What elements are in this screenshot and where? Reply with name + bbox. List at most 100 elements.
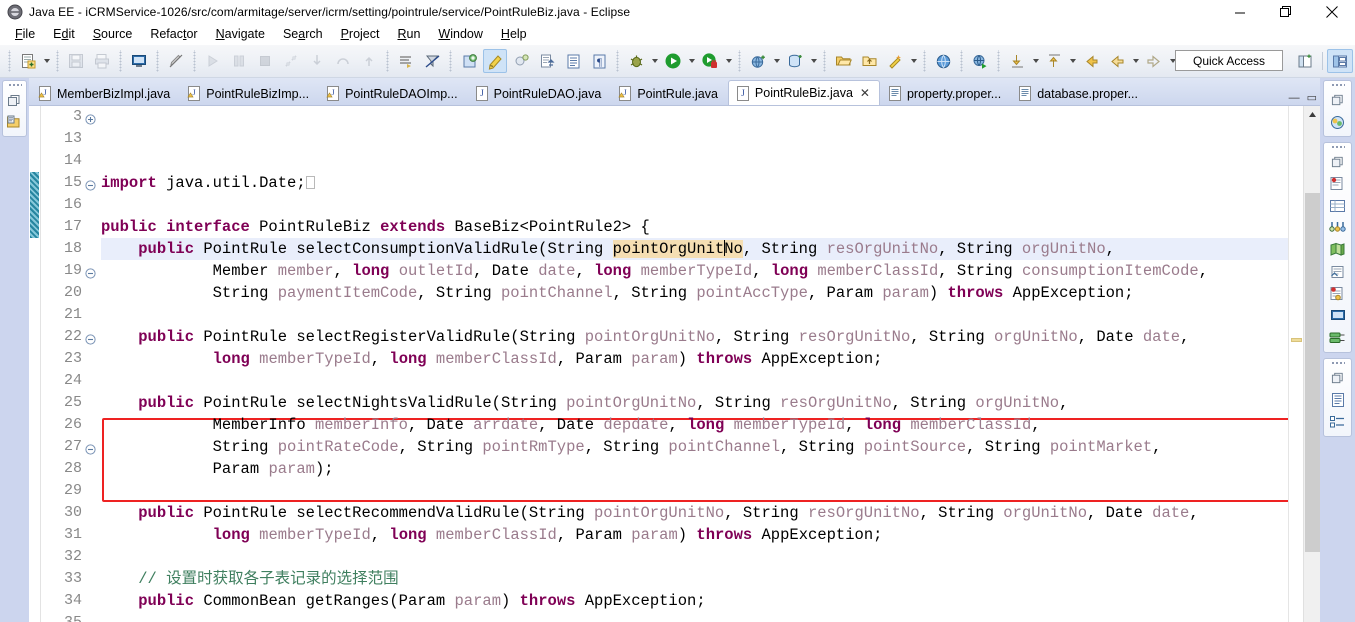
tab-database-properties[interactable]: database.proper... <box>1011 82 1147 105</box>
stack-grip[interactable] <box>7 83 22 88</box>
toolbar-grip-2[interactable] <box>55 50 60 72</box>
code-line[interactable] <box>101 194 1288 216</box>
tab-pointrulebiz[interactable]: J PointRuleBiz.java ✕ <box>727 80 880 105</box>
toolbar-grip-10[interactable] <box>822 50 827 72</box>
code-line[interactable]: public PointRule selectRecommendValidRul… <box>101 502 1288 524</box>
menu-search[interactable]: Search <box>274 25 332 44</box>
new-server-icon[interactable] <box>746 49 770 73</box>
code-line[interactable] <box>101 546 1288 568</box>
code-line[interactable]: public PointRule selectConsumptionValidR… <box>101 238 1288 260</box>
scrollbar-track[interactable] <box>1303 123 1320 622</box>
stack-grip[interactable] <box>1330 145 1345 150</box>
menu-window[interactable]: Window <box>429 25 491 44</box>
new-class-icon[interactable] <box>509 49 533 73</box>
tab-memberbizimpl[interactable]: J MemberBizImpl.java <box>31 82 179 105</box>
code-line[interactable]: Member member, long outletId, Date date,… <box>101 260 1288 282</box>
debug-dropdown-icon[interactable] <box>649 49 660 73</box>
tab-pointruledaoimpl[interactable]: J PointRuleDAOImp... <box>319 82 467 105</box>
code-line[interactable]: String paymentItemCode, String pointChan… <box>101 282 1288 304</box>
fold-collapse-icon[interactable] <box>85 331 96 345</box>
scrollbar-thumb[interactable] <box>1304 192 1320 553</box>
menu-source[interactable]: Source <box>84 25 142 44</box>
toolbar-grip-4[interactable] <box>155 50 160 72</box>
editor-vertical-scrollbar[interactable] <box>1303 106 1320 622</box>
toolbar-grip[interactable] <box>7 50 12 72</box>
print-icon[interactable] <box>90 49 114 73</box>
step-into-icon[interactable] <box>305 49 329 73</box>
task-list-icon[interactable] <box>1328 412 1348 432</box>
code-line[interactable]: public PointRule selectRegisterValidRule… <box>101 326 1288 348</box>
code-line[interactable] <box>101 304 1288 326</box>
minimize-editor-icon[interactable]: — <box>1289 93 1300 104</box>
overview-marker[interactable] <box>1291 338 1302 342</box>
wand-icon[interactable] <box>883 49 907 73</box>
tab-pointrule[interactable]: J PointRule.java <box>611 82 727 105</box>
snippets-icon[interactable] <box>1328 218 1348 238</box>
toolbar-grip-12[interactable] <box>959 50 964 72</box>
run-dropdown-icon[interactable] <box>686 49 697 73</box>
fold-expand-icon[interactable] <box>85 111 96 125</box>
run-green-play-icon[interactable] <box>661 49 685 73</box>
markers-icon[interactable] <box>1328 240 1348 260</box>
wand-dropdown-icon[interactable] <box>908 49 919 73</box>
scroll-up-arrow-icon[interactable] <box>1303 106 1320 123</box>
minimize-button[interactable] <box>1217 0 1263 24</box>
java-ee-perspective-icon[interactable] <box>1327 49 1353 73</box>
code-text[interactable]: import java.util.Date; public interface … <box>99 106 1288 622</box>
code-line[interactable]: import java.util.Date; <box>101 172 1288 194</box>
run-external-tools-icon[interactable] <box>698 49 722 73</box>
toolbar-grip-3[interactable] <box>118 50 123 72</box>
fold-collapse-icon[interactable] <box>85 177 96 191</box>
servers-list-icon[interactable] <box>1328 328 1348 348</box>
servers-icon[interactable] <box>1328 112 1348 132</box>
source-editor[interactable]: 3 13 14 15 16 17 18 19 20 21 22 23 24 25 26 27 28 29 30 31 3… <box>29 105 1320 622</box>
console-icon[interactable] <box>127 49 151 73</box>
restore-button[interactable] <box>1263 0 1309 24</box>
code-line[interactable]: public CommonBean getRanges(Param param)… <box>101 590 1288 612</box>
code-line[interactable]: public PointRule selectNightsValidRule(S… <box>101 392 1288 414</box>
open-folder-icon[interactable] <box>831 49 855 73</box>
fold-collapse-icon[interactable] <box>85 265 96 279</box>
error-log-icon[interactable] <box>1328 284 1348 304</box>
overview-ruler[interactable] <box>1288 106 1303 622</box>
restore-icon[interactable] <box>1328 152 1348 172</box>
menu-run[interactable]: Run <box>388 25 429 44</box>
console-icon[interactable] <box>1328 306 1348 326</box>
tab-pointrulebizimpl[interactable]: J PointRuleBizImp... <box>180 82 318 105</box>
suspend-icon[interactable] <box>227 49 251 73</box>
fold-collapse-icon[interactable] <box>85 441 96 455</box>
toolbar-grip-6[interactable] <box>385 50 390 72</box>
save-icon[interactable] <box>64 49 88 73</box>
new-sql-icon[interactable] <box>783 49 807 73</box>
package-explorer-icon[interactable] <box>5 112 25 132</box>
export-folder-icon[interactable] <box>857 49 881 73</box>
new-package-icon[interactable] <box>483 49 507 73</box>
quick-access-input[interactable]: Quick Access <box>1175 50 1283 71</box>
new-file-icon[interactable] <box>16 49 40 73</box>
open-perspective-icon[interactable] <box>1292 49 1318 73</box>
new-file-dropdown-icon[interactable] <box>41 49 52 73</box>
code-line[interactable] <box>101 370 1288 392</box>
next-annotation-dropdown-icon[interactable] <box>1030 49 1041 73</box>
skip-breakpoints-icon[interactable] <box>420 49 444 73</box>
stack-grip[interactable] <box>1330 361 1345 366</box>
code-line[interactable]: public interface PointRuleBiz extends Ba… <box>101 216 1288 238</box>
code-line[interactable]: long memberTypeId, long memberClassId, P… <box>101 348 1288 370</box>
step-over-icon[interactable] <box>331 49 355 73</box>
pencil-slash-icon[interactable] <box>164 49 188 73</box>
toolbar-grip-13[interactable] <box>996 50 1001 72</box>
menu-file[interactable]: File <box>6 25 44 44</box>
last-edit-icon[interactable] <box>394 49 418 73</box>
next-annotation-down-icon[interactable] <box>1005 49 1029 73</box>
new-java-project-icon[interactable] <box>457 49 481 73</box>
code-line[interactable]: MemberInfo memberInfo, Date arrdate, Dat… <box>101 414 1288 436</box>
open-type-icon[interactable] <box>535 49 559 73</box>
code-line[interactable]: // 设置时获取各子表记录的选择范围 <box>101 568 1288 590</box>
code-line[interactable] <box>101 612 1288 622</box>
menu-help[interactable]: Help <box>492 25 536 44</box>
previous-annotation-dropdown-icon[interactable] <box>1067 49 1078 73</box>
code-line[interactable] <box>101 480 1288 502</box>
restore-icon[interactable] <box>1328 90 1348 110</box>
code-line[interactable]: long memberTypeId, long memberClassId, P… <box>101 524 1288 546</box>
restore-icon[interactable] <box>5 90 25 110</box>
